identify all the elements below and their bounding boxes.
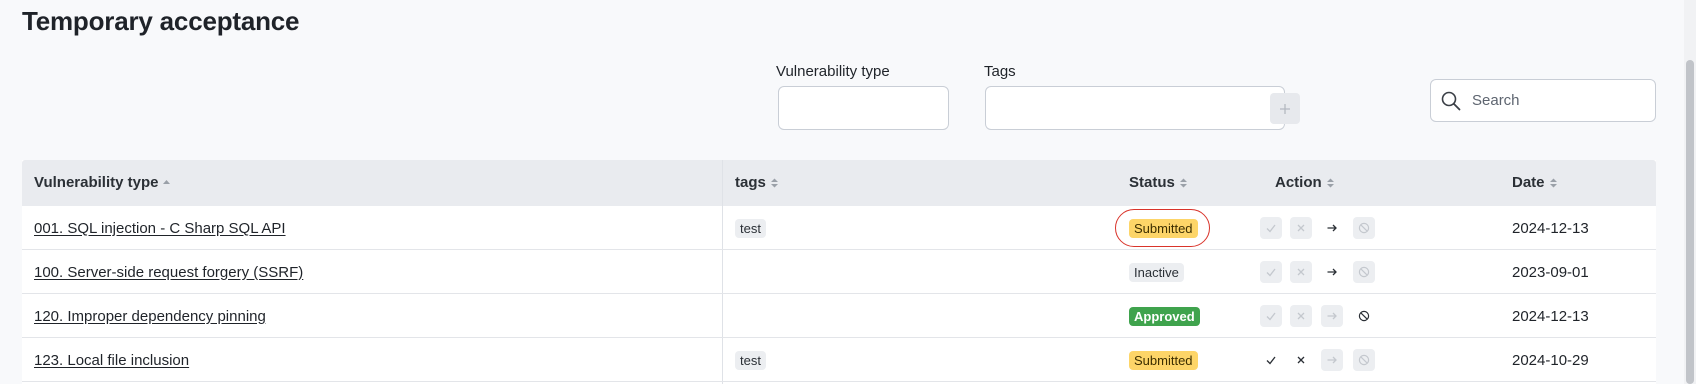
forward-arrow-icon: [1327, 356, 1337, 364]
tags-cell: test: [735, 338, 766, 382]
sort-icon: [1179, 178, 1187, 187]
reject-x-icon: [1297, 356, 1305, 364]
tag-chip: test: [735, 218, 766, 238]
forward-arrow-button[interactable]: [1321, 349, 1343, 371]
status-badge: Approved: [1129, 306, 1200, 326]
approve-check-icon: [1266, 224, 1276, 233]
forward-arrow-button[interactable]: [1321, 217, 1343, 239]
status-cell: Submitted: [1129, 338, 1198, 382]
status-badge: Submitted: [1129, 350, 1198, 370]
date-cell: 2024-12-13: [1512, 294, 1589, 338]
vulnerability-link[interactable]: 123. Local file inclusion: [34, 352, 189, 369]
date-cell: 2023-09-01: [1512, 250, 1589, 294]
column-header-label: Status: [1129, 174, 1175, 191]
revoke-ban-icon: [1358, 310, 1370, 322]
search-input[interactable]: Search: [1430, 79, 1656, 122]
vulnerability-cell: 123. Local file inclusion: [34, 338, 189, 382]
search-placeholder: Search: [1472, 92, 1520, 109]
page-title: Temporary acceptance: [22, 6, 300, 36]
table-row: 120. Improper dependency pinning Approve…: [22, 294, 1656, 338]
column-header-label: tags: [735, 174, 766, 191]
date-value: 2023-09-01: [1512, 263, 1589, 281]
table-row: 100. Server-side request forgery (SSRF) …: [22, 250, 1656, 294]
revoke-ban-button[interactable]: [1353, 349, 1375, 371]
reject-x-icon: [1297, 312, 1305, 320]
add-filter-button[interactable]: [1270, 93, 1300, 124]
tag-chip: test: [735, 350, 766, 370]
approve-check-icon: [1266, 356, 1276, 365]
vulnerability-link[interactable]: 120. Improper dependency pinning: [34, 308, 266, 325]
approve-check-icon: [1266, 312, 1276, 321]
revoke-ban-icon: [1358, 266, 1370, 278]
sort-icon: [770, 178, 778, 187]
approve-check-button[interactable]: [1260, 305, 1282, 327]
reject-x-icon: [1297, 268, 1305, 276]
revoke-ban-icon: [1358, 222, 1370, 234]
tags-cell: test: [735, 206, 766, 250]
revoke-ban-button[interactable]: [1353, 305, 1375, 327]
status-cell: Inactive: [1129, 250, 1184, 294]
date-value: 2024-12-13: [1512, 307, 1589, 325]
column-header-label: Action: [1275, 174, 1322, 191]
forward-arrow-icon: [1327, 312, 1337, 320]
vulnerability-link[interactable]: 100. Server-side request forgery (SSRF): [34, 264, 303, 281]
forward-arrow-button[interactable]: [1321, 305, 1343, 327]
approve-check-button[interactable]: [1260, 349, 1282, 371]
table-header: Vulnerability type tags Status Action Da…: [22, 160, 1656, 206]
reject-x-icon: [1297, 224, 1305, 232]
forward-arrow-icon: [1327, 268, 1337, 276]
tags-filter-label: Tags: [984, 63, 1016, 80]
approve-check-button[interactable]: [1260, 217, 1282, 239]
table-row: 123. Local file inclusion test Submitted…: [22, 338, 1656, 382]
temporary-acceptance-table: Vulnerability type tags Status Action Da…: [22, 160, 1656, 384]
vulnerability-type-filter-input[interactable]: [778, 86, 949, 130]
column-header-tags[interactable]: tags: [735, 174, 779, 191]
approve-check-icon: [1266, 268, 1276, 277]
status-cell: Approved: [1129, 294, 1200, 338]
plus-icon: [1280, 103, 1290, 114]
vulnerability-type-filter-label: Vulnerability type: [776, 63, 890, 80]
search-icon: [1441, 91, 1461, 110]
vulnerability-cell: 001. SQL injection - C Sharp SQL API: [34, 206, 286, 250]
vulnerability-cell: 100. Server-side request forgery (SSRF): [34, 250, 303, 294]
forward-arrow-icon: [1327, 224, 1337, 232]
date-cell: 2024-10-29: [1512, 338, 1589, 382]
approve-check-button[interactable]: [1260, 261, 1282, 283]
forward-arrow-button[interactable]: [1321, 261, 1343, 283]
column-header-date[interactable]: Date: [1512, 174, 1558, 191]
column-header-action[interactable]: Action: [1275, 174, 1335, 191]
column-header-vulnerability-type[interactable]: Vulnerability type: [34, 174, 171, 191]
highlight-ring: [1115, 209, 1210, 247]
revoke-ban-button[interactable]: [1353, 217, 1375, 239]
vulnerability-cell: 120. Improper dependency pinning: [34, 294, 266, 338]
reject-x-button[interactable]: [1290, 349, 1312, 371]
sort-icon: [1549, 178, 1557, 187]
revoke-ban-icon: [1358, 354, 1370, 366]
reject-x-button[interactable]: [1290, 261, 1312, 283]
date-value: 2024-12-13: [1512, 219, 1589, 237]
column-header-label: Date: [1512, 174, 1545, 191]
revoke-ban-button[interactable]: [1353, 261, 1375, 283]
column-header-label: Vulnerability type: [34, 174, 159, 191]
date-value: 2024-10-29: [1512, 351, 1589, 369]
reject-x-button[interactable]: [1290, 217, 1312, 239]
tags-filter-input[interactable]: [985, 86, 1285, 130]
vulnerability-link[interactable]: 001. SQL injection - C Sharp SQL API: [34, 220, 286, 237]
reject-x-button[interactable]: [1290, 305, 1312, 327]
column-header-status[interactable]: Status: [1129, 174, 1188, 191]
date-cell: 2024-12-13: [1512, 206, 1589, 250]
sort-icon: [1326, 178, 1334, 187]
sort-ascending-icon: [163, 179, 171, 184]
table-row: 001. SQL injection - C Sharp SQL API tes…: [22, 206, 1656, 250]
scrollbar-thumb[interactable]: [1686, 60, 1694, 384]
status-badge: Inactive: [1129, 262, 1184, 282]
